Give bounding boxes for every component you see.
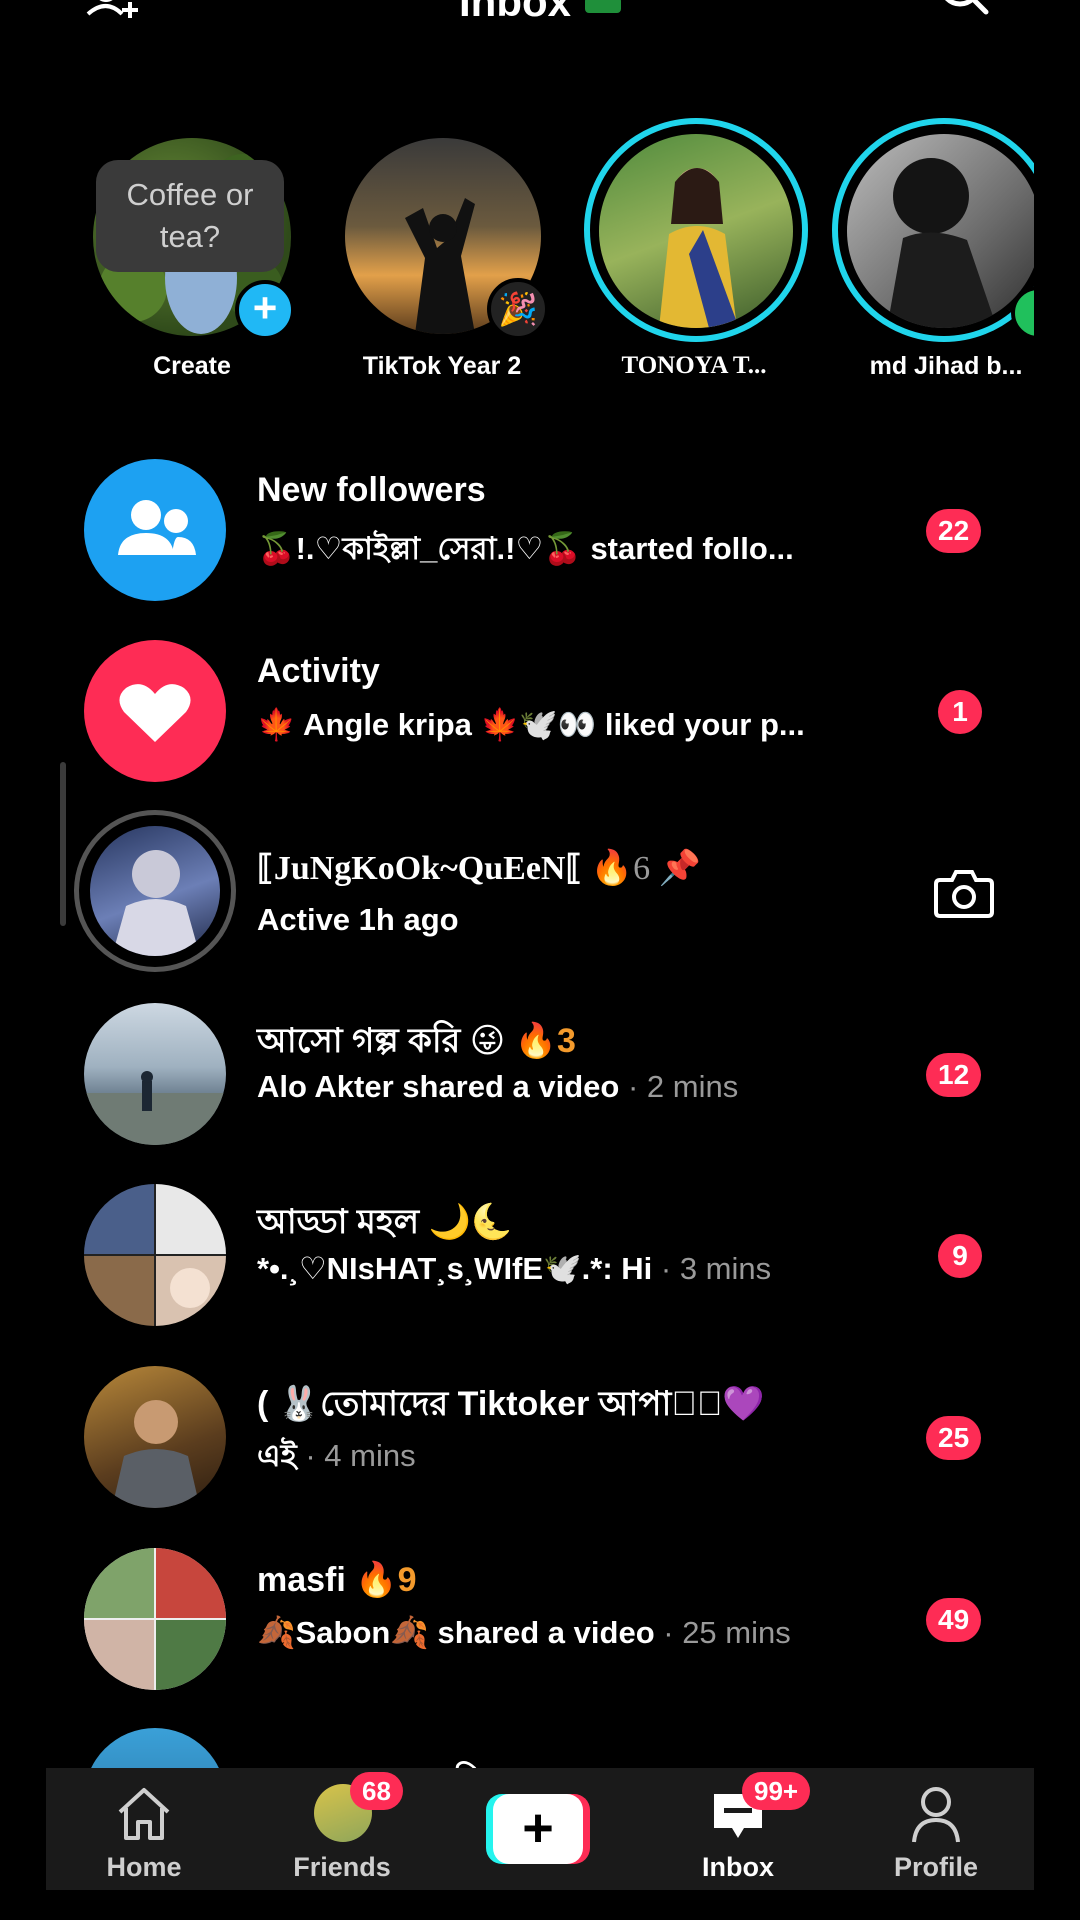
unread-badge: 49 bbox=[926, 1598, 982, 1642]
list-item-chat[interactable]: ⟦JuNgKoOk~QuEeN⟦ 🔥6 📌 Active 1h ago bbox=[0, 810, 1080, 972]
profile-icon bbox=[912, 1787, 960, 1843]
last-message: 🍂Sabon🍂 shared a video bbox=[257, 1615, 655, 1650]
row-subtitle: Alo Akter shared a video · 2 mins bbox=[257, 1069, 738, 1105]
list-item-chat[interactable]: আসো গল্প করি 😜 🔥3 Alo Akter shared a vid… bbox=[0, 1003, 1080, 1153]
avatar bbox=[84, 1728, 226, 1768]
row-subtitle: *•.¸♡NIsHAT¸s¸WIfE🕊️.*: Hi · 3 mins bbox=[257, 1250, 771, 1287]
home-icon bbox=[118, 1788, 170, 1840]
streak-label: 🔥9 bbox=[355, 1561, 417, 1599]
status-indicator bbox=[585, 0, 621, 13]
nav-home[interactable]: Home bbox=[74, 1768, 214, 1890]
story-label: TikTok Year 2 bbox=[362, 352, 522, 380]
row-title: আড্ডা মহল 🌙🌜 bbox=[257, 1203, 514, 1241]
story-label: TONOYA T... bbox=[621, 352, 767, 379]
unread-badge: 12 bbox=[926, 1053, 982, 1097]
party-icon: 🎉 bbox=[487, 278, 549, 340]
list-item-activity[interactable]: Activity 🍁 Angle kripa 🍁🕊️👀 liked your p… bbox=[0, 640, 1080, 790]
group-avatar bbox=[84, 1548, 226, 1690]
unread-badge: 9 bbox=[938, 1234, 982, 1278]
add-story-icon[interactable]: + bbox=[235, 280, 295, 340]
row-subtitle: 🍂Sabon🍂 shared a video · 25 mins bbox=[257, 1614, 791, 1651]
camera-icon[interactable] bbox=[934, 866, 994, 918]
list-item-group-chat[interactable]: আড্ডা মহল 🌙🌜 *•.¸♡NIsHAT¸s¸WIfE🕊️.*: Hi … bbox=[0, 1184, 1080, 1334]
row-subtitle: 🍒!.♡কাইল্লা_সেরা.!♡🍒 started follo... bbox=[257, 531, 794, 566]
chat-name: আসো গল্প করি 😜 bbox=[257, 1022, 506, 1060]
avatar bbox=[599, 134, 793, 328]
nav-label: Profile bbox=[893, 1852, 979, 1882]
unread-badge: 25 bbox=[926, 1416, 982, 1460]
list-item-group-chat[interactable]: masfi 🔥9 🍂Sabon🍂 shared a video · 25 min… bbox=[0, 1548, 1080, 1698]
avatar bbox=[84, 1003, 226, 1145]
row-title: ⟦JuNgKoOk~QuEeN⟦ 🔥6 📌 bbox=[257, 848, 701, 888]
streak-label: 🔥6 📌 bbox=[590, 850, 701, 887]
row-title: ( 🐰তোমাদের Tiktoker আপা♡ঁ💜 bbox=[257, 1385, 765, 1423]
nav-friends[interactable]: 68 Friends bbox=[272, 1768, 412, 1890]
unread-badge: 1 bbox=[938, 690, 982, 734]
row-subtitle: 🍁 Angle kripa 🍁🕊️👀 liked your p... bbox=[257, 707, 805, 742]
story-label: Create bbox=[153, 352, 231, 380]
last-message: এই bbox=[257, 1438, 297, 1473]
nav-inbox[interactable]: 99+ Inbox bbox=[668, 1768, 811, 1890]
list-item-new-followers[interactable]: New followers 🍒!.♡কাইল্লা_সেরা.!♡🍒 start… bbox=[0, 459, 1080, 609]
nav-label: Friends bbox=[293, 1852, 391, 1882]
stories-row: + Create 🎉 TikTok Year 2 TONOYA T... md … bbox=[0, 100, 1034, 400]
group-avatar bbox=[84, 1184, 226, 1326]
create-button[interactable]: + bbox=[486, 1794, 590, 1864]
timestamp: · 3 mins bbox=[652, 1251, 772, 1286]
row-title: Activity bbox=[257, 652, 380, 690]
avatar bbox=[84, 1366, 226, 1508]
inbox-badge: 99+ bbox=[742, 1772, 811, 1810]
story-note-bubble[interactable]: Coffee or tea? bbox=[96, 160, 284, 272]
chat-name: ⟦JuNgKoOk~QuEeN⟦ bbox=[257, 850, 583, 887]
row-subtitle: এই · 4 mins bbox=[257, 1432, 416, 1484]
bottom-nav: Home 68 Friends + 99+ Inbox Profile bbox=[46, 1768, 1034, 1890]
list-item-chat[interactable]: ( 🐰তোমাদের Tiktoker আপা♡ঁ💜 এই · 4 mins 2… bbox=[0, 1366, 1080, 1516]
row-title: আসো গল্প করি 😜 🔥3 bbox=[257, 1015, 576, 1072]
followers-icon bbox=[84, 459, 226, 601]
list-item-chat[interactable]: ভালোবাসার কবি bbox=[0, 1728, 1080, 1768]
timestamp: · 4 mins bbox=[296, 1438, 416, 1473]
friends-badge: 68 bbox=[350, 1772, 403, 1810]
row-title: masfi 🔥9 bbox=[257, 1560, 417, 1600]
nav-label: Inbox bbox=[702, 1852, 774, 1882]
last-message: Alo Akter shared a video bbox=[257, 1069, 620, 1104]
plus-icon: + bbox=[493, 1794, 583, 1864]
nav-profile[interactable]: Profile bbox=[866, 1768, 1006, 1890]
row-subtitle: Active 1h ago bbox=[257, 902, 459, 937]
story-label: md Jihad b... bbox=[869, 352, 1023, 380]
last-message: *•.¸♡NIsHAT¸s¸WIfE🕊️.*: Hi bbox=[257, 1251, 653, 1286]
chat-name: masfi bbox=[257, 1561, 346, 1599]
unread-badge: 22 bbox=[926, 509, 982, 553]
inbox-header: Inbox bbox=[0, 0, 1080, 25]
timestamp: · 2 mins bbox=[619, 1069, 739, 1104]
heart-icon bbox=[84, 640, 226, 782]
avatar bbox=[847, 134, 1034, 328]
streak-label: 🔥3 bbox=[514, 1022, 576, 1060]
search-icon[interactable] bbox=[936, 0, 992, 24]
row-title: New followers bbox=[257, 471, 486, 509]
page-title: Inbox bbox=[0, 0, 1080, 26]
row-title: ভালোবাসার কবি bbox=[257, 1756, 483, 1768]
avatar bbox=[90, 826, 220, 956]
nav-label: Home bbox=[106, 1852, 182, 1882]
timestamp: · 25 mins bbox=[654, 1615, 791, 1650]
